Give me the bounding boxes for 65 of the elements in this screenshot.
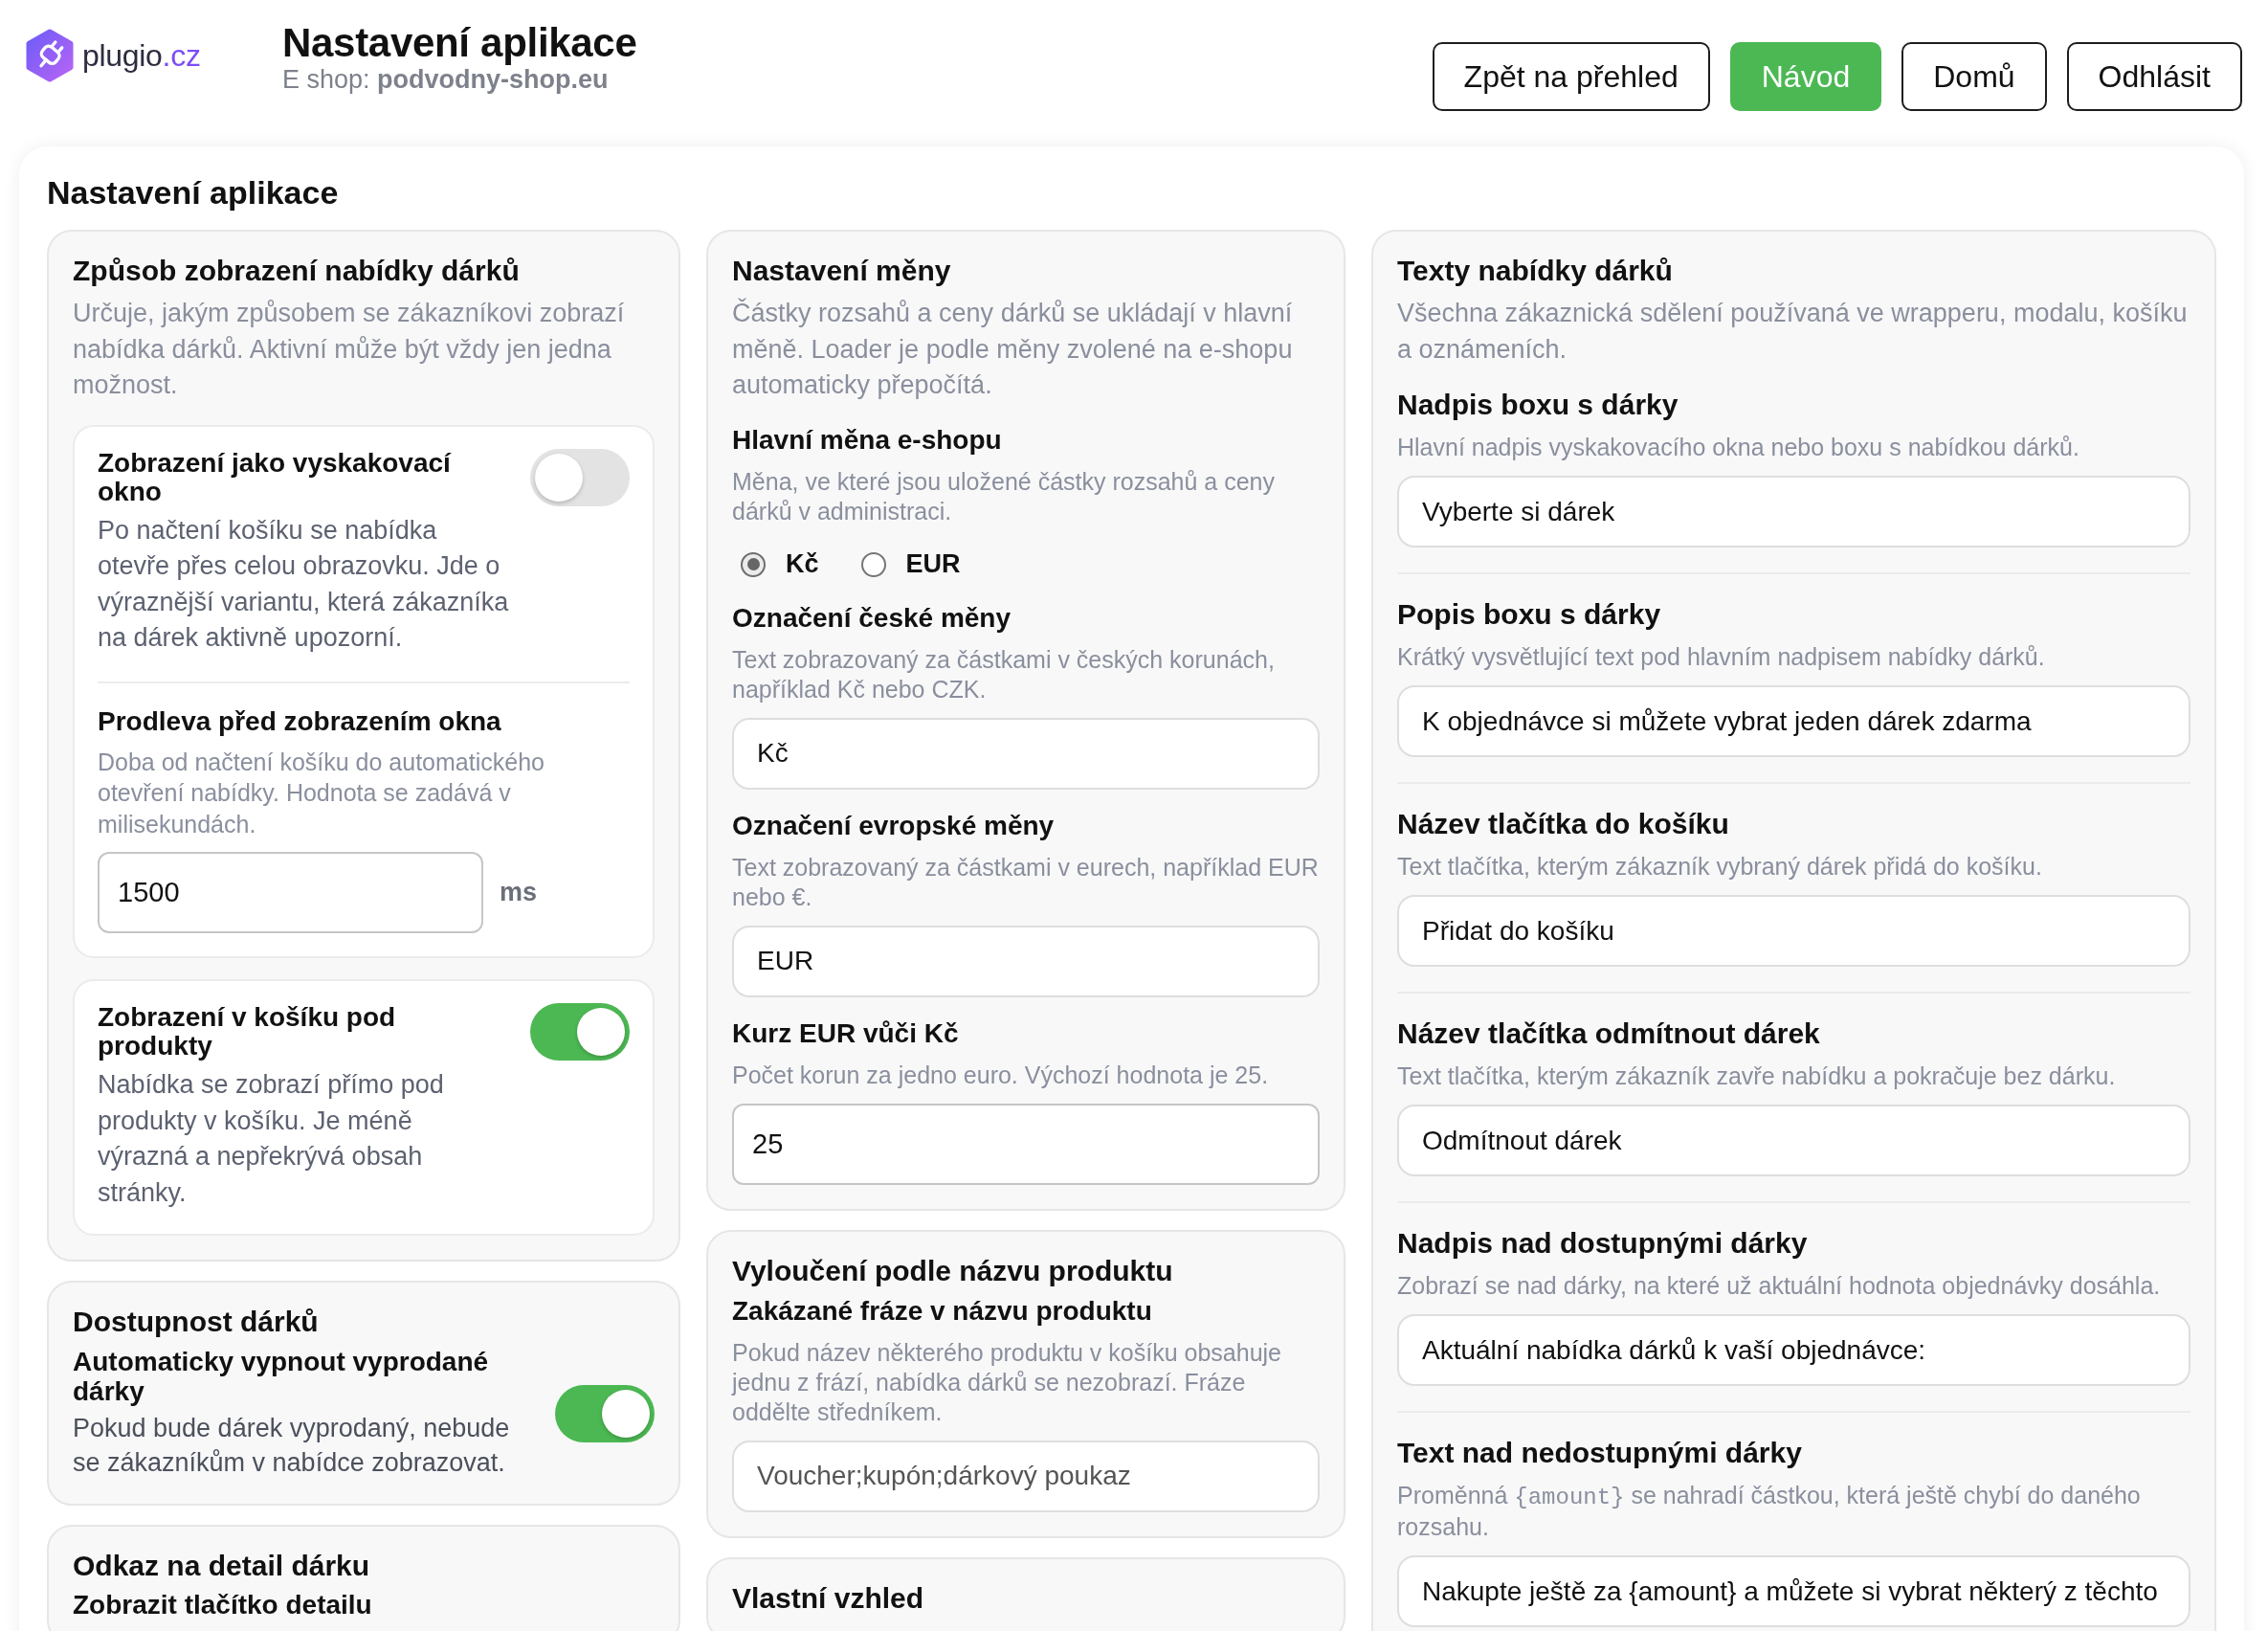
field-label: Hlavní měna e-shopu <box>732 424 1003 456</box>
text-area[interactable]: Voucher;kupón;dárkový poukaz <box>732 1440 1320 1512</box>
field-label: Prodleva před zobrazením okna <box>98 705 502 737</box>
field-description: Text zobrazovaný za částkami v eurech, například EUR nebo €. <box>732 852 1320 912</box>
field-label: Text nad nedostupnými dárky <box>1397 1437 1803 1469</box>
option-title: Zobrazení v košíku pod produkty <box>98 1003 397 1061</box>
text-field[interactable]: Vyberte si dárek <box>1397 476 2190 547</box>
field-description: Hlavní nadpis vyskakovacího okna nebo boxu s nabídkou dárků. <box>1397 433 2080 462</box>
nav-button[interactable]: Odhlásit <box>2066 42 2242 111</box>
card-description: Částky rozsahů a ceny dárků se ukládají v hlavní měně. Loader je podle měny zvolené na e-shopu automaticky přepočítá. <box>732 297 1294 401</box>
card-title: Vyloučení podle názvu produktu <box>732 1253 1174 1288</box>
field-description: Počet korun za jedno euro. Výchozí hodnota je 25. <box>732 1060 1270 1090</box>
text-field[interactable]: Aktuální nabídka dárků k vaší objednávce: <box>1397 1314 2190 1386</box>
field-description: Text tlačítka, kterým zákazník zavře nabídku a pokračuje bez dárku. <box>1397 1061 2117 1091</box>
option-description: Nabídka se zobrazí přímo pod produkty v košíku. Je méně výrazná a nepřekrývá obsah stránky. <box>98 1069 445 1209</box>
text-field[interactable]: Odmítnout dárek <box>1397 1105 2190 1176</box>
setting-label: Zobrazit tlačítko detailu <box>73 1591 373 1620</box>
field-description: Zobrazí se nad dárky, na které už aktuální hodnota objednávky dosáhla. <box>1397 1271 2162 1301</box>
field-label: Popis boxu s dárky <box>1397 598 1662 631</box>
text-field[interactable]: K objednávce si můžete vybrat jeden dárek zdarma <box>1397 685 2190 757</box>
field-label: Označení české měny <box>732 602 1012 634</box>
text-field[interactable]: EUR <box>732 925 1320 997</box>
page-title: Nastavení aplikace <box>282 21 637 65</box>
field-description: Doba od načtení košíku do automatického otevření nabídky. Hodnota se zadává v milisekundách. <box>98 747 545 839</box>
radio-option[interactable]: EUR <box>860 549 961 579</box>
toggle-switch[interactable] <box>530 1003 630 1061</box>
card-title: Texty nabídky dárků <box>1397 254 1674 288</box>
field-label: Název tlačítka do košíku <box>1397 808 1730 840</box>
option-description: Po načtení košíku se nabídka otevře přes celou obrazovku. Jde o výraznější variantu, která zákazníka na dárek aktivně upozorní. <box>98 514 509 654</box>
shop-subtitle: E shop: podvodny-shop.eu <box>282 65 610 94</box>
card-description: Všechna zákaznická sdělení používaná ve wrapperu, modalu, košíku a oznámeních. <box>1397 298 2189 366</box>
field-label: Nadpis nad dostupnými dárky <box>1397 1227 1809 1260</box>
setting-label: Automaticky vypnout vyprodané dárky <box>73 1347 490 1406</box>
text-field[interactable]: Přidat do košíku <box>1397 895 2190 967</box>
field-description: Pokud název některého produktu v košíku obsahuje jednu z frází, nabídka dárků se nezobrazí. Fráze oddělte středníkem. <box>732 1337 1282 1427</box>
card-title: Odkaz na detail dárku <box>73 1549 371 1583</box>
card-title: Dostupnost dárků <box>73 1305 320 1339</box>
radio-icon[interactable] <box>860 551 886 577</box>
field-label: Nadpis boxu s dárky <box>1397 389 1679 421</box>
plug-logo-icon <box>25 29 75 82</box>
setting-description: Pokud bude dárek vyprodaný, nebude se zákazníkům v nabídce zobrazovat. <box>73 1413 511 1479</box>
field-description: Text tlačítka, kterým zákazník vybraný dárek přidá do košíku. <box>1397 852 2043 882</box>
field-description: Krátký vysvětlující text pod hlavním nadpisem nabídky dárků. <box>1397 642 2046 672</box>
logo-text: plugio.cz <box>82 37 201 74</box>
radio-icon[interactable] <box>741 551 766 577</box>
card-title: Způsob zobrazení nabídky dárků <box>73 254 521 288</box>
nav-button[interactable]: Zpět na přehled <box>1432 42 1710 111</box>
option-title: Zobrazení jako vyskakovací okno <box>98 448 453 506</box>
field-description: Proměnná {amount} se nahradí částkou, která ještě chybí do daného rozsahu. <box>1397 1481 2142 1542</box>
card-description: Určuje, jakým způsobem se zákazníkovi zobrazí nabídka dárků. Aktivní může být vždy jen jedna možnost. <box>73 298 626 401</box>
field-label: Kurz EUR vůči Kč <box>732 1017 960 1049</box>
unit-label: ms <box>500 878 538 907</box>
number-field[interactable]: 1500 <box>98 852 483 933</box>
field-description: Text zobrazovaný za částkami v českých korunách, například Kč nebo CZK. <box>732 644 1276 704</box>
number-field[interactable]: 25 <box>732 1103 1320 1185</box>
text-field[interactable]: Nakupte ještě za {amount} a můžete si vybrat některý z těchto <box>1397 1555 2190 1627</box>
field-description: Měna, ve které jsou uložené částky rozsahů a ceny dárků v administraci. <box>732 466 1276 526</box>
panel-title: Nastavení aplikace <box>47 174 340 211</box>
text-field[interactable]: Kč <box>732 717 1320 790</box>
radio-option[interactable]: Kč <box>741 549 819 579</box>
card-title: Nastavení měny <box>732 254 952 288</box>
field-label: Označení evropské měny <box>732 810 1056 841</box>
field-label: Zakázané fráze v názvu produktu <box>732 1295 1153 1327</box>
nav-button[interactable]: Domů <box>1901 42 2047 111</box>
field-label: Název tlačítka odmítnout dárek <box>1397 1017 1821 1050</box>
